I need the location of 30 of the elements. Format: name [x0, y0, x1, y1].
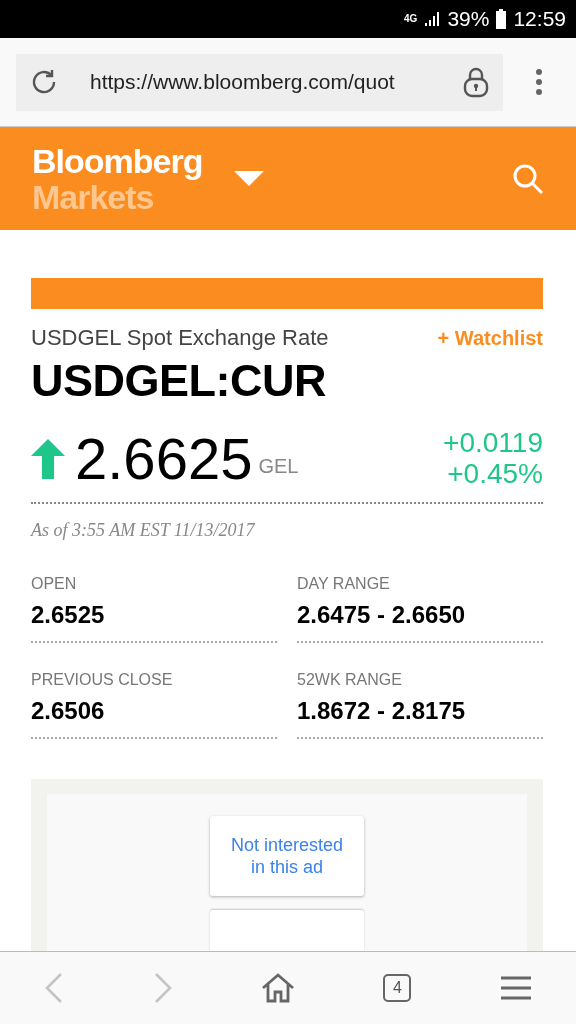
clock: 12:59	[513, 7, 566, 31]
ad-option-button[interactable]: Not interested in this ad	[210, 816, 364, 896]
signal-icon	[423, 11, 442, 27]
quote-subtitle: USDGEL Spot Exchange Rate	[31, 325, 329, 351]
stat-value: 2.6525	[31, 601, 106, 629]
battery-percent: 39%	[447, 7, 490, 31]
stat-label: DAY RANGE	[297, 575, 391, 593]
tab-count-button[interactable]: 4	[383, 974, 412, 1002]
network-indicator: 4G	[404, 14, 418, 24]
stat-label: OPEN	[31, 575, 78, 593]
menu-icon[interactable]	[499, 976, 532, 1000]
lock-icon[interactable]	[463, 66, 489, 98]
battery-icon	[495, 9, 508, 29]
stat-label: PREVIOUS CLOSE	[31, 671, 174, 689]
stat-value: 2.6475 - 2.6650	[297, 601, 467, 629]
timestamp: As of 3:55 AM EST 11/13/2017	[31, 520, 256, 541]
stat-value: 1.8672 - 2.8175	[297, 697, 467, 725]
watchlist-link[interactable]: + Watchlist	[437, 327, 543, 350]
currency: GEL	[258, 455, 299, 478]
more-icon[interactable]	[535, 68, 543, 96]
section-title: Markets	[32, 179, 154, 214]
url-field[interactable]: https://www.bloomberg.com/quot	[16, 53, 503, 111]
ticker-title: USDGEL:CUR	[31, 355, 327, 407]
brand-logo[interactable]: Bloomberg	[32, 143, 203, 178]
home-icon[interactable]	[260, 973, 295, 1003]
change-percent: +0.45%	[447, 458, 543, 490]
change-value: +0.0119	[443, 427, 543, 459]
stat-label: 52WK RANGE	[297, 671, 403, 689]
stat-value: 2.6506	[31, 697, 106, 725]
price: 2.6625	[75, 425, 253, 492]
